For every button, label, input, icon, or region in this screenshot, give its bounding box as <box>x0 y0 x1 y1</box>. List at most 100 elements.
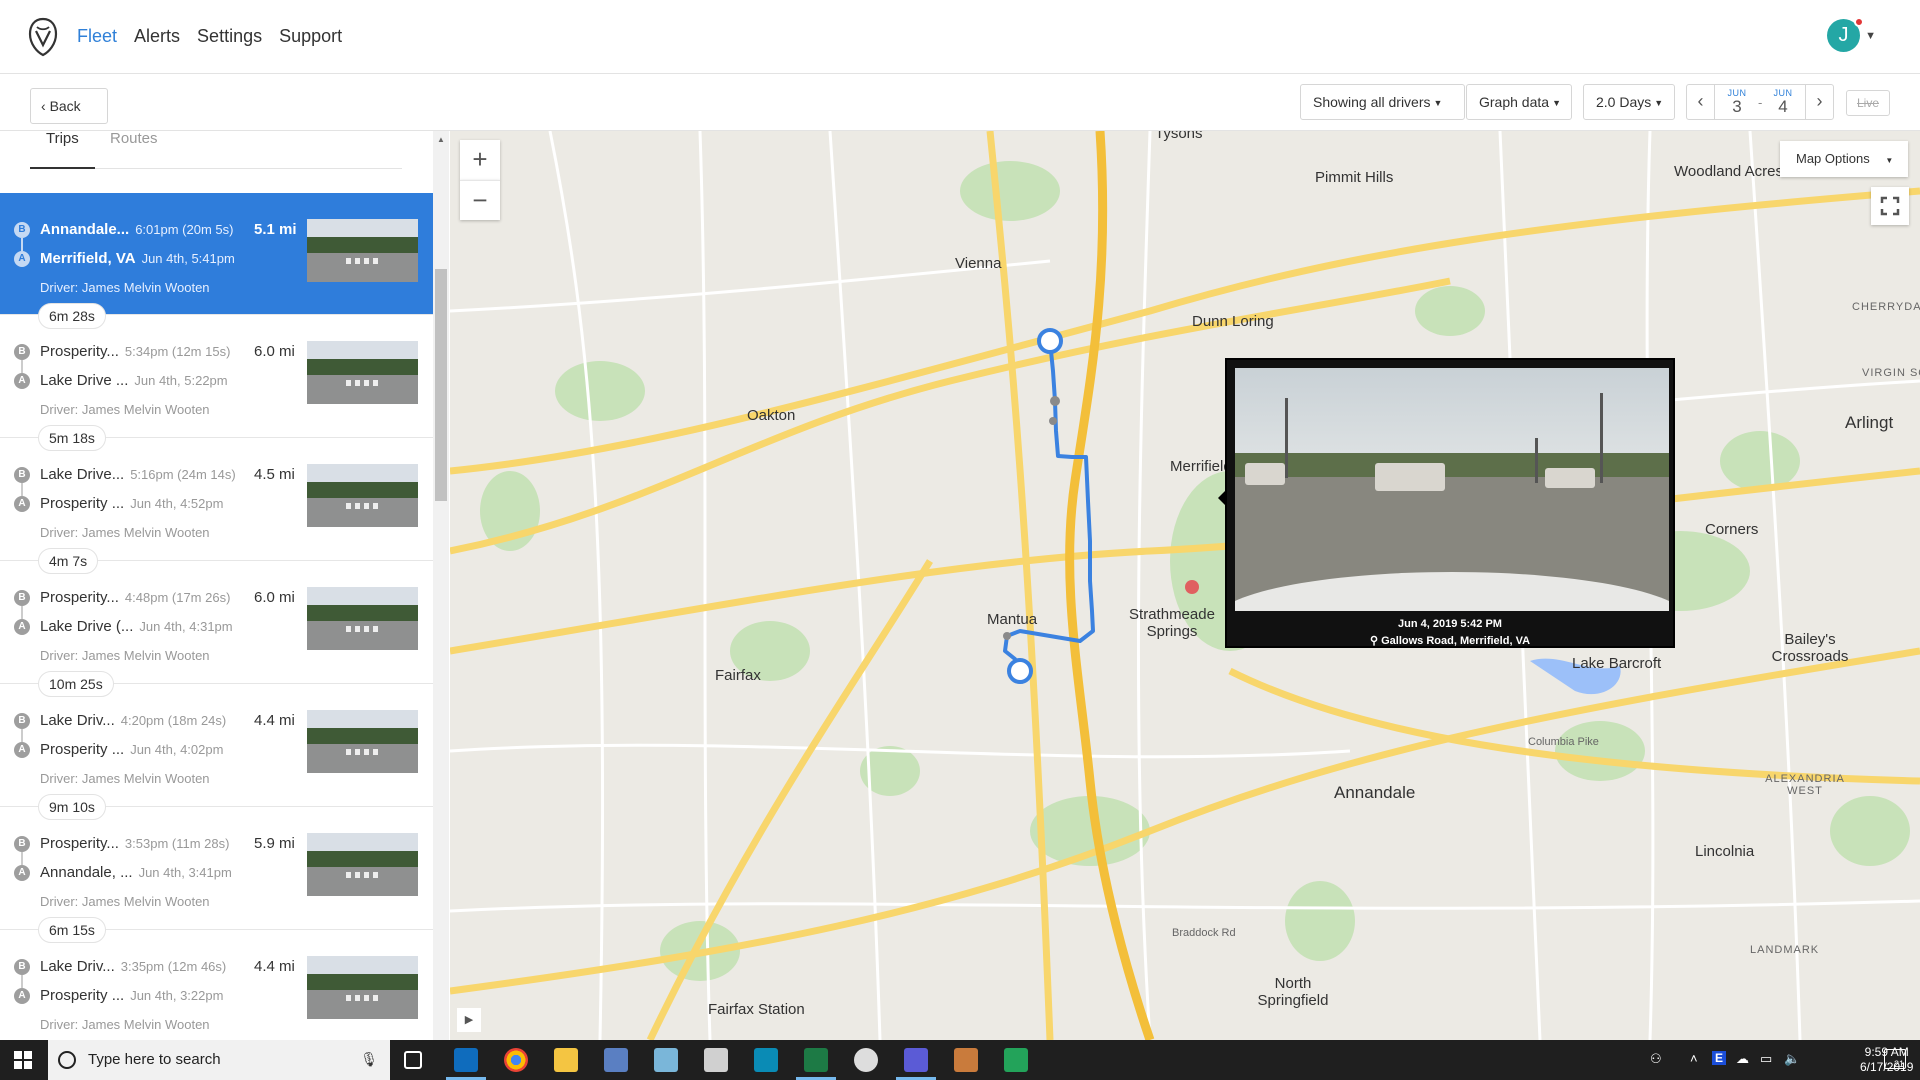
app-icon[interactable] <box>954 1048 978 1072</box>
trip-thumbnail[interactable] <box>307 587 418 650</box>
driver-filter-label: Showing all drivers <box>1313 94 1431 110</box>
route-end-marker[interactable] <box>1037 328 1063 354</box>
zoom-out-button[interactable]: − <box>460 180 500 220</box>
place-label: Bailey's Crossroads <box>1771 631 1849 665</box>
trip-item[interactable]: B A Lake Drive... 5:16pm (24m 14s) Prosperit… <box>0 438 433 574</box>
people-icon[interactable]: ⚇ <box>1650 1051 1662 1067</box>
app-icon[interactable] <box>654 1048 678 1072</box>
trip-thumbnail[interactable] <box>307 833 418 896</box>
windows-start-icon[interactable] <box>14 1051 32 1069</box>
task-view-icon[interactable] <box>404 1051 422 1069</box>
days-range-dropdown[interactable]: 2.0 Days ▼ <box>1583 84 1675 120</box>
graph-data-dropdown[interactable]: Graph data ▼ <box>1466 84 1572 120</box>
scroll-up-icon[interactable]: ▲ <box>437 135 445 144</box>
app-icon[interactable] <box>754 1048 778 1072</box>
file-explorer-icon[interactable] <box>554 1048 578 1072</box>
trip-thumbnail[interactable] <box>307 464 418 527</box>
trip-item[interactable]: B A Annandale... 6:01pm (20m 5s) Merrifield,… <box>0 193 433 329</box>
trip-start-location: Lake Drive (... Jun 4th, 4:31pm <box>40 618 233 635</box>
trip-end-name: Lake Driv... <box>40 958 115 975</box>
chevron-up-icon[interactable]: ˄ <box>1690 1051 1698 1066</box>
excel-icon[interactable] <box>804 1048 828 1072</box>
chevron-down-icon[interactable]: ▼ <box>1865 30 1876 42</box>
place-label: North Springfield <box>1257 975 1329 1009</box>
route-point[interactable] <box>1050 396 1060 406</box>
place-label: Tysons <box>1155 131 1203 142</box>
trip-end-location: Lake Driv... 3:35pm (12m 46s) <box>40 958 226 975</box>
taskbar-search[interactable]: Type here to search 🎙 <box>48 1040 390 1080</box>
trip-item[interactable]: B A Prosperity... 3:53pm (11m 28s) Annandale… <box>0 807 433 943</box>
app-icon[interactable] <box>904 1048 928 1072</box>
pin-a-icon: A <box>14 496 30 512</box>
nav-settings[interactable]: Settings <box>197 26 262 47</box>
trip-item[interactable]: B A Lake Driv... 4:20pm (18m 24s) Prosperity… <box>0 684 433 820</box>
logo-icon[interactable] <box>28 17 58 57</box>
notification-center-icon[interactable]: 21 <box>1884 1049 1906 1069</box>
pin-b-icon: B <box>14 713 30 729</box>
calculator-icon[interactable] <box>704 1048 728 1072</box>
nav-fleet[interactable]: Fleet <box>77 26 117 47</box>
trip-driver: Driver: James Melvin Wooten <box>40 771 210 786</box>
place-label: Vienna <box>955 255 1002 272</box>
map-canvas <box>450 131 1920 1040</box>
microphone-icon[interactable]: 🎙 <box>360 1051 378 1068</box>
network-icon[interactable]: ▭ <box>1760 1051 1772 1067</box>
trip-start-location: Merrifield, VA Jun 4th, 5:41pm <box>40 250 235 267</box>
tab-trips[interactable]: Trips <box>30 131 95 169</box>
chrome-icon[interactable] <box>504 1048 528 1072</box>
route-point[interactable] <box>1003 632 1011 640</box>
trip-item[interactable]: B A Prosperity... 5:34pm (12m 15s) Lake Driv… <box>0 315 433 451</box>
route-start-marker[interactable] <box>1007 658 1033 684</box>
pin-connector <box>21 238 23 251</box>
trip-item[interactable]: B A Prosperity... 4:48pm (17m 26s) Lake Driv… <box>0 561 433 697</box>
date-next-button[interactable]: › <box>1805 85 1833 119</box>
live-button[interactable]: Live <box>1846 90 1890 116</box>
trip-distance: 6.0 mi <box>254 343 295 360</box>
map[interactable]: Tysons Pimmit Hills Woodland Acres Vienn… <box>450 131 1920 1040</box>
trip-thumbnail[interactable] <box>307 710 418 773</box>
volume-icon[interactable]: 🔈 <box>1784 1051 1800 1067</box>
nav-alerts[interactable]: Alerts <box>134 26 180 47</box>
back-button[interactable]: ‹ Back <box>30 88 108 124</box>
trip-start-time: Jun 4th, 4:52pm <box>130 496 224 511</box>
zoom-in-button[interactable]: + <box>460 140 500 180</box>
pin-b-icon: B <box>14 467 30 483</box>
trip-distance: 4.4 mi <box>254 712 295 729</box>
pin-connector <box>21 606 23 619</box>
cortana-icon <box>58 1051 76 1069</box>
fullscreen-button[interactable] <box>1871 187 1909 225</box>
date-from-day: 3 <box>1732 97 1742 116</box>
play-button[interactable]: ▶ <box>457 1008 481 1032</box>
caret-down-icon: ▼ <box>1885 156 1894 165</box>
scroll-thumb[interactable] <box>435 269 447 501</box>
dashcam-popup[interactable]: Jun 4, 2019 5:42 PM ⚲ Gallows Road, Merr… <box>1218 358 1675 648</box>
nav-support[interactable]: Support <box>279 26 342 47</box>
back-label: Back <box>49 98 81 114</box>
trip-start-location: Prosperity ... Jun 4th, 4:02pm <box>40 741 223 758</box>
app-icon[interactable] <box>854 1048 878 1072</box>
trip-thumbnail[interactable] <box>307 956 418 1019</box>
trip-driver: Driver: James Melvin Wooten <box>40 525 210 540</box>
trip-thumbnail[interactable] <box>307 341 418 404</box>
date-prev-button[interactable]: ‹ <box>1687 85 1715 119</box>
trip-start-name: Prosperity ... <box>40 495 125 512</box>
onedrive-icon[interactable]: ☁ <box>1736 1051 1749 1067</box>
trip-end-name: Prosperity... <box>40 589 119 606</box>
driver-filter-dropdown[interactable]: Showing all drivers ▼ <box>1300 84 1465 120</box>
app-icon[interactable] <box>604 1048 628 1072</box>
outlook-icon[interactable] <box>454 1048 478 1072</box>
sidebar-scrollbar[interactable]: ▲ <box>433 131 449 1040</box>
trip-item[interactable]: B A Lake Driv... 3:35pm (12m 46s) Prosperity… <box>0 930 433 1040</box>
date-to[interactable]: JUN 4 <box>1768 88 1798 115</box>
popup-timestamp: Jun 4, 2019 5:42 PM <box>1398 618 1502 630</box>
app-tray-icon[interactable]: E <box>1712 1051 1727 1065</box>
date-from[interactable]: JUN 3 <box>1722 88 1752 115</box>
toolbar: ‹ Back Showing all drivers ▼ Graph data ▼ … <box>0 74 1920 131</box>
tab-routes[interactable]: Routes <box>94 131 174 169</box>
app-icon[interactable] <box>1004 1048 1028 1072</box>
map-options-dropdown[interactable]: Map Options ▼ <box>1780 141 1908 177</box>
pin-a-icon: A <box>14 251 30 267</box>
route-point[interactable] <box>1049 417 1057 425</box>
trip-thumbnail[interactable] <box>307 219 418 282</box>
fullscreen-icon <box>1880 196 1900 216</box>
